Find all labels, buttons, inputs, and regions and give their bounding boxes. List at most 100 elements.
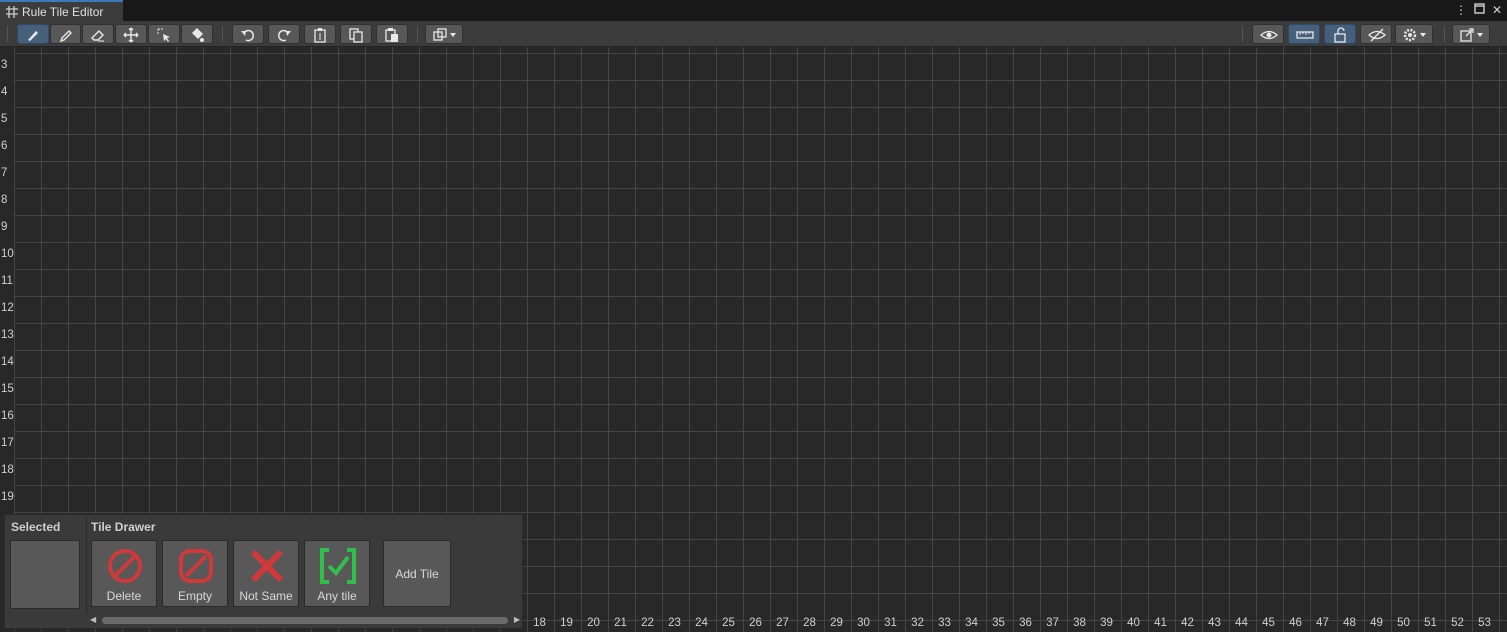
row-label: 4	[1, 86, 8, 98]
redo-button[interactable]	[268, 24, 300, 44]
column-label: 31	[884, 617, 897, 629]
column-label: 42	[1181, 617, 1194, 629]
paste-button[interactable]	[376, 24, 408, 44]
eraser-icon	[91, 30, 104, 42]
row-label: 3	[1, 59, 8, 71]
settings-dropdown[interactable]	[1395, 24, 1433, 44]
editor-tab[interactable]: Rule Tile Editor	[0, 0, 123, 21]
column-label: 28	[803, 617, 816, 629]
scroll-left-icon[interactable]: ◀	[90, 615, 96, 624]
copy-icon	[349, 28, 363, 43]
row-label: 5	[1, 113, 8, 125]
redo-icon	[277, 29, 291, 42]
delete-button[interactable]: Delete	[91, 540, 157, 607]
column-label: 29	[830, 617, 843, 629]
column-label: 20	[587, 617, 600, 629]
any-tile-button[interactable]: Any tile	[304, 540, 370, 607]
settings-icon	[1403, 28, 1426, 42]
column-label: 49	[1370, 617, 1383, 629]
picker-icon	[59, 30, 72, 43]
any-tile-label: Any tile	[317, 589, 357, 603]
add-tile-label: Add Tile	[395, 567, 439, 581]
row-label: 13	[1, 329, 14, 341]
column-label: 41	[1154, 617, 1167, 629]
column-label: 51	[1424, 617, 1437, 629]
column-label: 19	[560, 617, 573, 629]
column-label: 50	[1397, 617, 1410, 629]
lock-button[interactable]	[1324, 24, 1356, 44]
brush-icon	[28, 31, 38, 41]
column-label: 18	[533, 617, 546, 629]
column-label: 25	[722, 617, 735, 629]
column-label: 39	[1100, 617, 1113, 629]
row-label: 17	[1, 437, 14, 449]
row-label: 10	[1, 248, 14, 260]
layout-dropdown[interactable]	[425, 24, 463, 44]
select-tool-button[interactable]	[148, 24, 180, 44]
row-label: 19	[1, 491, 14, 503]
lock-icon	[1334, 27, 1346, 43]
toolbar	[0, 21, 1507, 47]
delete-icon	[108, 549, 142, 583]
eraser-tool-button[interactable]	[82, 24, 114, 44]
export-icon	[1460, 28, 1483, 42]
move-tool-button[interactable]	[115, 24, 147, 44]
column-label: 21	[614, 617, 627, 629]
column-label: 53	[1478, 617, 1491, 629]
row-label: 7	[1, 167, 8, 179]
column-label: 30	[857, 617, 870, 629]
column-label: 38	[1073, 617, 1086, 629]
layout-icon	[433, 28, 456, 41]
row-label: 18	[1, 464, 14, 476]
visibility-button[interactable]	[1252, 24, 1284, 44]
column-label: 32	[911, 617, 924, 629]
hide-icon	[1368, 28, 1386, 42]
more-menu-icon[interactable]: ⋮	[1455, 3, 1467, 17]
not-same-button[interactable]: Not Same	[233, 540, 299, 607]
clipboard-icon	[314, 28, 326, 43]
column-label: 48	[1343, 617, 1356, 629]
select-icon	[157, 28, 170, 42]
column-label: 33	[938, 617, 951, 629]
picker-tool-button[interactable]	[50, 24, 81, 44]
undo-button[interactable]	[232, 24, 264, 44]
clipboard-button[interactable]	[304, 24, 336, 44]
maximize-icon[interactable]	[1473, 3, 1485, 17]
column-label: 34	[965, 617, 978, 629]
undo-icon	[241, 29, 255, 42]
scroll-right-icon[interactable]: ▶	[514, 615, 520, 624]
column-label: 24	[695, 617, 708, 629]
selected-tile-slot[interactable]	[10, 540, 80, 609]
empty-icon	[179, 549, 213, 583]
brush-tool-button[interactable]	[17, 24, 49, 44]
close-icon[interactable]: ✕	[1491, 3, 1503, 17]
row-label: 8	[1, 194, 8, 206]
column-label: 23	[668, 617, 681, 629]
column-label: 22	[641, 617, 654, 629]
column-label: 35	[992, 617, 1005, 629]
column-label: 45	[1262, 617, 1275, 629]
add-tile-button[interactable]: Add Tile	[383, 540, 451, 607]
column-label: 43	[1208, 617, 1221, 629]
hide-button[interactable]	[1360, 24, 1392, 44]
ruler-icon	[1296, 31, 1314, 39]
scrollbar-thumb[interactable]	[102, 617, 508, 624]
selected-title: Selected	[11, 520, 61, 534]
delete-label: Delete	[106, 589, 142, 603]
empty-button[interactable]: Empty	[162, 540, 228, 607]
column-label: 40	[1127, 617, 1140, 629]
copy-button[interactable]	[340, 24, 372, 44]
palette-scrollbar[interactable]: ◀ ▶	[88, 615, 522, 625]
ruler-button[interactable]	[1288, 24, 1320, 44]
column-label: 27	[776, 617, 789, 629]
row-label: 16	[1, 410, 14, 422]
row-label: 9	[1, 221, 8, 233]
fill-tool-button[interactable]	[181, 24, 213, 44]
not-same-label: Not Same	[239, 589, 293, 603]
row-label: 11	[1, 275, 13, 287]
column-label: 52	[1451, 617, 1464, 629]
move-icon	[123, 27, 139, 43]
export-dropdown[interactable]	[1452, 24, 1490, 44]
column-label: 37	[1046, 617, 1059, 629]
column-label: 46	[1289, 617, 1302, 629]
